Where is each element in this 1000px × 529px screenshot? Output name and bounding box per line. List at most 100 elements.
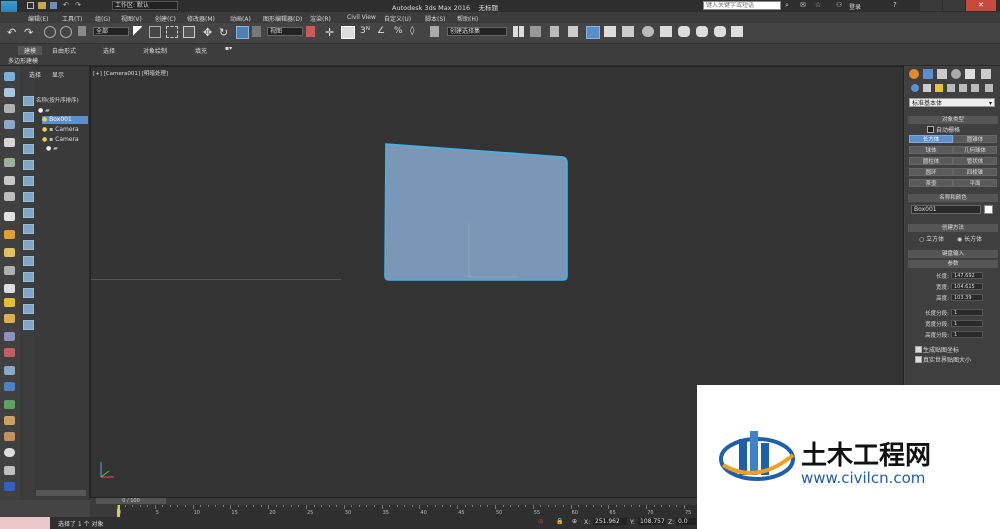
angle-snap-icon[interactable]: ∠ bbox=[377, 26, 390, 39]
helpers-icon[interactable] bbox=[959, 84, 967, 92]
name-color-header[interactable]: 名称和颜色 bbox=[908, 194, 998, 202]
display-tab-icon[interactable] bbox=[965, 69, 975, 79]
menu-edit[interactable]: 编辑(E) bbox=[28, 14, 48, 23]
modify-tab-icon[interactable] bbox=[923, 69, 933, 79]
lights-icon[interactable] bbox=[935, 84, 943, 92]
systems-icon[interactable] bbox=[985, 84, 993, 92]
creation-method-header[interactable]: 创建方法 bbox=[908, 224, 998, 232]
ribbon-options-icon[interactable]: ▪▾ bbox=[225, 45, 232, 52]
tool-icon-13[interactable] bbox=[4, 284, 15, 293]
select-manipulate-icon[interactable]: ✛ bbox=[325, 26, 338, 39]
search-input[interactable]: 键入关键字或短语 bbox=[703, 1, 781, 10]
create-tab-icon[interactable] bbox=[909, 69, 919, 79]
maxscript-listener[interactable] bbox=[0, 517, 50, 529]
motion-tab-icon[interactable] bbox=[951, 69, 961, 79]
tool-icon-5[interactable] bbox=[4, 138, 15, 147]
tool-icon-6[interactable] bbox=[4, 158, 15, 167]
tool-icon-4[interactable] bbox=[4, 120, 15, 129]
list-item[interactable]: ● ▰ bbox=[38, 107, 88, 114]
material-editor-icon[interactable] bbox=[622, 26, 634, 37]
list-item[interactable]: ● ▪ Camera bbox=[42, 136, 88, 144]
link-icon[interactable] bbox=[44, 26, 56, 38]
z-coord-field[interactable]: 0.0 bbox=[676, 518, 696, 525]
pyramid-button[interactable]: 四棱锥 bbox=[953, 168, 997, 176]
move-icon[interactable]: ✥ bbox=[203, 26, 216, 39]
tool-icon-8[interactable] bbox=[4, 192, 15, 201]
select-object-icon[interactable] bbox=[133, 26, 142, 37]
tool-icon-18[interactable] bbox=[4, 366, 15, 375]
scene-tool-icon-13[interactable] bbox=[23, 288, 34, 298]
close-button[interactable]: ✕ bbox=[966, 0, 996, 11]
layer-explorer-icon[interactable] bbox=[550, 26, 559, 37]
length-segs-field[interactable]: 1 bbox=[951, 309, 983, 316]
scene-tool-icon-12[interactable] bbox=[23, 272, 34, 282]
favorites-icon[interactable]: ☆ bbox=[815, 1, 821, 9]
height-segs-field[interactable]: 1 bbox=[951, 331, 983, 338]
named-selection-dropdown[interactable]: 创建选择集 bbox=[447, 27, 507, 36]
scene-tool-icon-7[interactable] bbox=[23, 192, 34, 202]
scene-tab-display[interactable]: 显示 bbox=[52, 70, 64, 79]
menu-help[interactable]: 帮助(H) bbox=[457, 14, 478, 23]
object-name-field[interactable]: Box001 bbox=[911, 205, 981, 214]
pivot-icon[interactable] bbox=[306, 26, 315, 37]
tool-icon-17[interactable] bbox=[4, 348, 15, 357]
list-item[interactable]: ● ▰ bbox=[46, 145, 66, 152]
visibility-icon[interactable]: ● bbox=[46, 145, 51, 152]
selection-filter-dropdown[interactable]: 全部 bbox=[93, 27, 129, 36]
absolute-mode-icon[interactable]: ⊕ bbox=[572, 518, 577, 525]
infocenter-icon[interactable]: ✉ bbox=[800, 1, 806, 9]
real-world-checkbox[interactable] bbox=[915, 356, 922, 363]
login-label[interactable]: 登录 bbox=[849, 2, 861, 11]
shapes-icon[interactable] bbox=[923, 84, 931, 92]
tool-icon-16[interactable] bbox=[4, 332, 15, 341]
a360-gallery-icon[interactable] bbox=[731, 26, 743, 37]
cameras-icon[interactable] bbox=[947, 84, 955, 92]
scene-tool-icon-15[interactable] bbox=[23, 320, 34, 330]
list-item[interactable]: ● ▪ Camera bbox=[42, 126, 88, 134]
tube-button[interactable]: 管状体 bbox=[953, 157, 997, 165]
time-slider[interactable]: 0 / 100 bbox=[96, 498, 166, 504]
reference-coord-dropdown[interactable]: 视图 bbox=[267, 27, 303, 36]
scene-tool-icon-8[interactable] bbox=[23, 208, 34, 218]
utilities-tab-icon[interactable] bbox=[981, 69, 991, 79]
tool-icon-11[interactable] bbox=[4, 248, 15, 257]
undo-icon[interactable]: ↶ bbox=[63, 1, 69, 9]
redo-icon[interactable]: ↷ bbox=[24, 26, 37, 39]
width-field[interactable]: 104.615 bbox=[951, 283, 983, 290]
parameters-header[interactable]: 参数 bbox=[908, 260, 998, 268]
keyboard-entry-header[interactable]: 键盘输入 bbox=[908, 250, 998, 258]
menu-group[interactable]: 组(G) bbox=[95, 14, 110, 23]
category-dropdown[interactable]: 标准基本体 ▾ bbox=[909, 98, 995, 107]
place-icon[interactable] bbox=[252, 26, 261, 37]
menu-scripting[interactable]: 脚本(S) bbox=[425, 14, 446, 23]
box-radio[interactable]: ◉ 长方体 bbox=[957, 234, 982, 243]
menu-tools[interactable]: 工具(T) bbox=[62, 14, 82, 23]
geometry-icon[interactable] bbox=[911, 84, 919, 92]
scene-tool-icon-9[interactable] bbox=[23, 224, 34, 234]
render-in-cloud-icon[interactable] bbox=[714, 26, 726, 37]
isolate-icon[interactable]: ◎ bbox=[538, 518, 543, 525]
render-production-icon[interactable] bbox=[678, 26, 690, 37]
tool-icon-9[interactable] bbox=[4, 212, 15, 221]
tool-icon-19[interactable] bbox=[4, 382, 15, 391]
tool-icon-3[interactable] bbox=[4, 104, 15, 113]
rect-selection-icon[interactable] bbox=[166, 26, 178, 38]
autogrid-checkbox[interactable] bbox=[927, 126, 934, 133]
length-field[interactable]: 147.692 bbox=[951, 272, 983, 279]
object-color-swatch[interactable] bbox=[984, 205, 993, 214]
menu-modifiers[interactable]: 修改器(M) bbox=[187, 14, 215, 23]
width-segs-field[interactable]: 1 bbox=[951, 320, 983, 327]
maximize-button[interactable] bbox=[943, 0, 965, 11]
snaps-toggle-icon[interactable]: 3ᴺ bbox=[360, 26, 373, 39]
render-iterative-icon[interactable] bbox=[696, 26, 708, 37]
tool-icon-1[interactable] bbox=[4, 72, 15, 81]
schematic-view-icon[interactable] bbox=[604, 26, 616, 37]
spacewarps-icon[interactable] bbox=[971, 84, 979, 92]
viewport-label[interactable]: [+] [Camera001] [明暗处理] bbox=[93, 69, 168, 77]
scene-tool-icon-5[interactable] bbox=[23, 160, 34, 170]
box-face[interactable] bbox=[384, 143, 568, 281]
hierarchy-tab-icon[interactable] bbox=[937, 69, 947, 79]
menu-customize[interactable]: 自定义(U) bbox=[384, 14, 411, 23]
scene-explorer-icon[interactable] bbox=[568, 26, 578, 37]
tool-icon-12[interactable] bbox=[4, 266, 15, 275]
